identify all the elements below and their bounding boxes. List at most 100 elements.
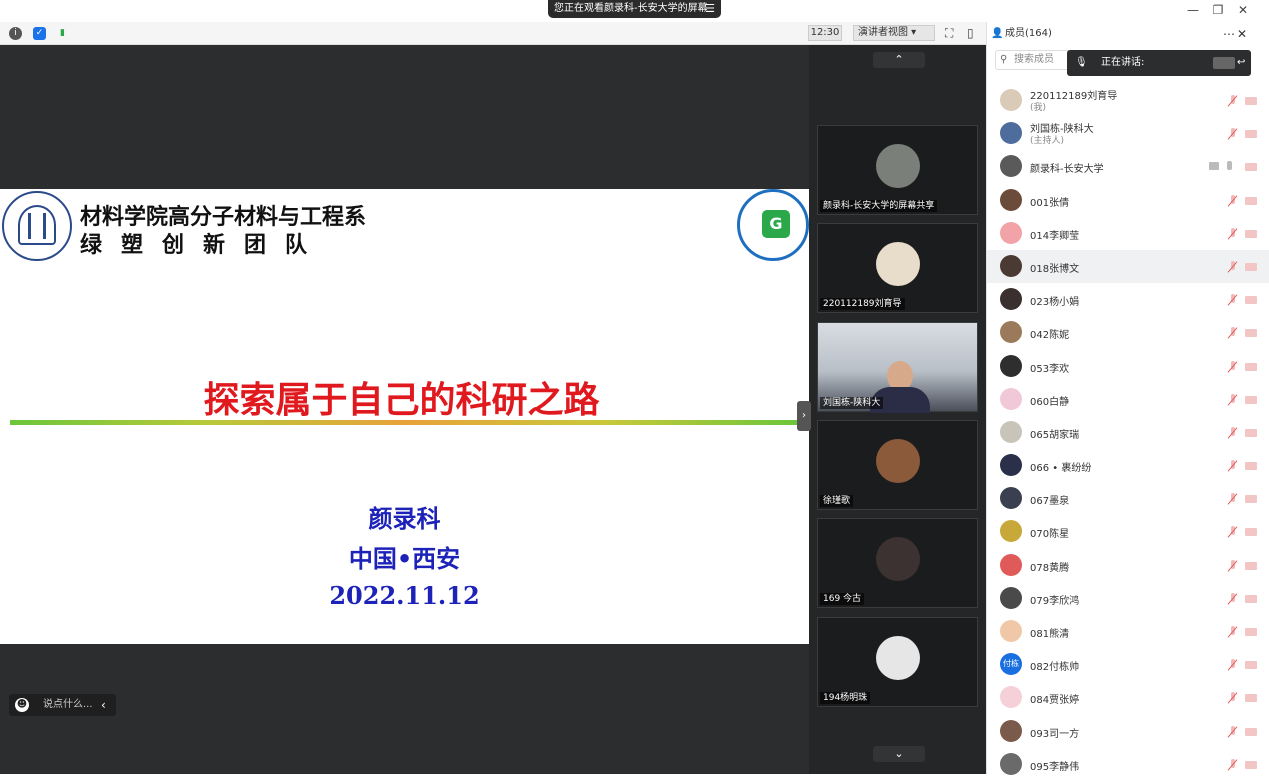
camera-off-icon[interactable] xyxy=(1245,462,1257,471)
member-row[interactable]: 081熊清 xyxy=(987,615,1269,648)
minimize-button[interactable]: — xyxy=(1185,3,1201,17)
video-tile[interactable]: 颜录科-长安大学的屏幕共享 xyxy=(817,125,978,215)
member-row[interactable]: 220112189刘育导 (我) xyxy=(987,84,1269,117)
camera-off-icon[interactable] xyxy=(1245,362,1257,371)
microphone-muted-icon[interactable] xyxy=(1227,426,1239,439)
video-tile[interactable]: 220112189刘育导 xyxy=(817,223,978,313)
return-icon[interactable]: ↩ xyxy=(1237,50,1245,76)
avatar xyxy=(1000,586,1022,609)
microphone-muted-icon[interactable] xyxy=(1227,194,1239,207)
camera-off-icon[interactable] xyxy=(1245,395,1257,404)
avatar xyxy=(1000,122,1022,145)
member-row[interactable]: 095李静伟 xyxy=(987,748,1269,781)
close-panel-button[interactable]: ✕ xyxy=(1237,22,1247,46)
member-row[interactable]: 023杨小娟 xyxy=(987,283,1269,316)
camera-off-icon[interactable] xyxy=(1245,727,1257,736)
microphone-muted-icon[interactable] xyxy=(1227,692,1239,704)
microphone-icon[interactable] xyxy=(1227,161,1232,171)
avatar xyxy=(1000,155,1022,178)
close-window-button[interactable]: ✕ xyxy=(1235,3,1251,17)
microphone-muted-icon[interactable] xyxy=(1227,659,1239,671)
microphone-muted-icon[interactable] xyxy=(1227,493,1239,505)
camera-off-icon[interactable] xyxy=(1245,262,1257,271)
member-row[interactable]: 060白静 xyxy=(987,383,1269,416)
member-row[interactable]: 065胡家瑞 xyxy=(987,416,1269,449)
screen-share-banner[interactable]: 您正在观看颜录科-长安大学的屏幕 ☰ xyxy=(548,0,721,18)
microphone-muted-icon[interactable] xyxy=(1227,460,1239,472)
member-name: 001张倩 xyxy=(1030,197,1070,209)
member-row[interactable]: 014李卿莹 xyxy=(987,217,1269,250)
menu-icon[interactable]: ☰ xyxy=(705,0,715,18)
video-tile[interactable]: 194杨明珠 xyxy=(817,617,978,707)
microphone-muted-icon[interactable] xyxy=(1227,725,1239,738)
camera-off-icon[interactable] xyxy=(1245,97,1257,105)
scroll-up-button[interactable]: ⌃ xyxy=(873,52,925,68)
camera-off-icon[interactable] xyxy=(1245,428,1257,437)
member-row[interactable]: 070陈星 xyxy=(987,515,1269,548)
video-tile[interactable]: 169 今古 xyxy=(817,518,978,608)
slide-divider xyxy=(10,420,800,425)
camera-off-icon[interactable] xyxy=(1245,196,1257,205)
camera-off-icon[interactable] xyxy=(1245,694,1257,703)
member-row[interactable]: 018张博文 xyxy=(987,249,1269,284)
restore-button[interactable]: ❐ xyxy=(1210,3,1226,17)
signal-icon[interactable]: ▮ xyxy=(56,27,69,40)
member-row[interactable]: 053李欢 xyxy=(987,350,1269,383)
member-row[interactable]: 067墨泉 xyxy=(987,482,1269,515)
video-tile-active[interactable]: 刘国栋-陕科大 xyxy=(817,322,978,413)
microphone-muted-icon[interactable] xyxy=(1227,360,1239,373)
fullscreen-icon[interactable]: ⛶ xyxy=(945,26,953,41)
microphone-muted-icon[interactable] xyxy=(1227,95,1239,107)
member-row[interactable]: 093司一方 xyxy=(987,715,1269,748)
camera-off-icon[interactable] xyxy=(1245,329,1257,338)
microphone-muted-icon[interactable] xyxy=(1227,260,1239,273)
member-name: 053李欢 xyxy=(1030,363,1070,375)
more-icon[interactable]: ⋯ xyxy=(1223,22,1235,46)
camera-off-icon[interactable] xyxy=(1245,661,1257,670)
avatar xyxy=(1000,387,1022,410)
member-row[interactable]: 付栋 082付栋帅 xyxy=(987,648,1269,681)
microphone-muted-icon[interactable] xyxy=(1227,526,1239,538)
microphone-muted-icon[interactable] xyxy=(1227,227,1239,240)
member-row[interactable]: 078黄腾 xyxy=(987,549,1269,582)
member-row[interactable]: 042陈妮 xyxy=(987,316,1269,349)
video-tile[interactable]: 徐瑾歌 xyxy=(817,420,978,510)
microphone-muted-icon[interactable] xyxy=(1227,327,1239,339)
microphone-muted-icon[interactable] xyxy=(1227,592,1239,605)
avatar xyxy=(1000,752,1022,775)
camera-off-icon[interactable] xyxy=(1245,628,1257,636)
chevron-left-icon[interactable]: ‹ xyxy=(101,694,106,716)
member-row[interactable]: 001张倩 xyxy=(987,184,1269,217)
view-mode-select[interactable]: 演讲者视图 ▾ xyxy=(853,25,935,41)
camera-off-icon[interactable] xyxy=(1245,163,1257,172)
microphone-muted-icon[interactable] xyxy=(1227,559,1239,572)
collapse-strip-button[interactable]: › xyxy=(797,401,811,431)
shield-icon[interactable]: ✓ xyxy=(33,27,46,40)
microphone-muted-icon[interactable] xyxy=(1227,626,1239,638)
scroll-down-button[interactable]: ⌄ xyxy=(873,746,925,762)
camera-off-icon[interactable] xyxy=(1245,296,1257,305)
member-row[interactable]: 079李欣鸿 xyxy=(987,582,1269,615)
microphone-muted-icon[interactable] xyxy=(1227,128,1239,140)
camera-off-icon[interactable] xyxy=(1245,561,1257,570)
microphone-muted-icon[interactable] xyxy=(1227,294,1239,306)
layout-toggle-icon[interactable]: ▯ xyxy=(967,26,974,40)
camera-off-icon[interactable] xyxy=(1245,229,1257,238)
info-icon[interactable]: i xyxy=(9,27,22,40)
camera-off-icon[interactable] xyxy=(1245,760,1257,769)
slide-title: 探索属于自己的科研之路 xyxy=(203,380,600,421)
chat-input[interactable]: ☻ 说点什么... ‹ xyxy=(9,694,116,716)
member-row[interactable]: 084贾张婷 xyxy=(987,681,1269,714)
member-row[interactable]: 刘国栋-陕科大 (主持人) xyxy=(987,117,1269,150)
microphone-muted-icon[interactable] xyxy=(1227,758,1239,771)
camera-off-icon[interactable] xyxy=(1245,495,1257,504)
emoji-icon[interactable]: ☻ xyxy=(15,698,29,712)
member-name: 082付栋帅 xyxy=(1030,662,1080,674)
camera-off-icon[interactable] xyxy=(1245,528,1257,537)
microphone-muted-icon[interactable] xyxy=(1227,393,1239,406)
member-row[interactable]: 066 • 裹纷纷 xyxy=(987,449,1269,482)
slide-author: 颜录科 xyxy=(368,505,441,533)
member-row[interactable]: 颜录科-长安大学 xyxy=(987,150,1269,183)
camera-off-icon[interactable] xyxy=(1245,594,1257,603)
camera-off-icon[interactable] xyxy=(1245,130,1257,139)
